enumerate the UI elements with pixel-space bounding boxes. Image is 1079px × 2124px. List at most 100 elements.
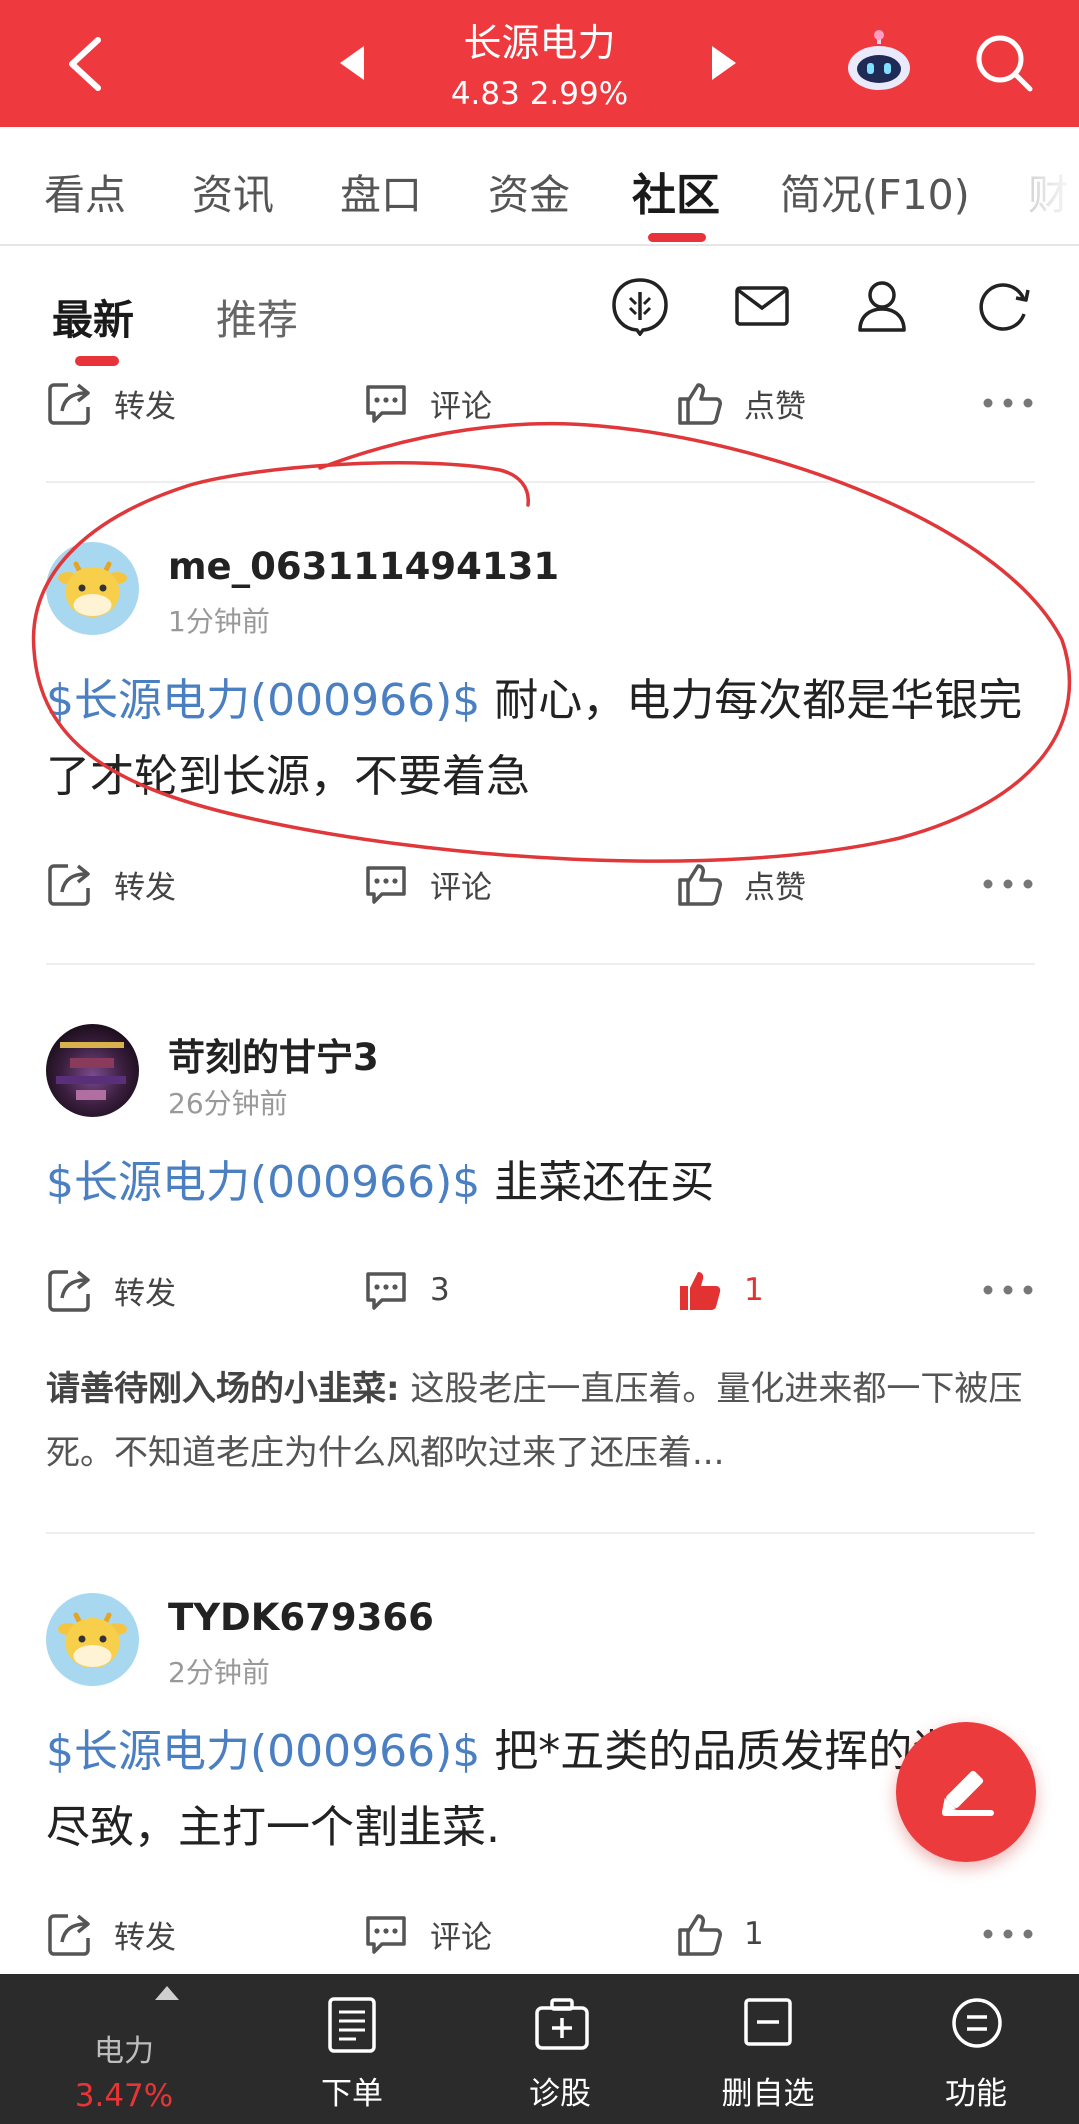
- repost-icon: [48, 1270, 90, 1312]
- comment-count: 3: [430, 1272, 450, 1308]
- thumbs-up-filled-icon: [680, 1272, 721, 1310]
- repost-icon: [48, 864, 90, 906]
- robot-assistant-icon[interactable]: [846, 30, 912, 92]
- like-count: 1: [744, 1916, 764, 1952]
- like-button[interactable]: 点赞: [676, 854, 806, 914]
- refresh-icon[interactable]: [974, 276, 1034, 336]
- repost-button[interactable]: 转发: [46, 1904, 176, 1964]
- remove-watchlist-label: 删自选: [721, 2076, 815, 2112]
- thumbs-up-icon: [678, 383, 722, 425]
- subtab-latest[interactable]: 最新: [52, 286, 134, 346]
- repost-button[interactable]: 转发: [46, 854, 176, 914]
- avatar[interactable]: [46, 542, 139, 635]
- more-options-icon[interactable]: [982, 1928, 1034, 1940]
- photo-avatar-icon: [46, 1024, 139, 1117]
- like-button[interactable]: 点赞: [676, 373, 806, 433]
- more-options-icon[interactable]: [982, 1284, 1034, 1296]
- next-stock-icon[interactable]: [712, 46, 736, 80]
- divider: [46, 481, 1035, 483]
- more-options-icon[interactable]: [982, 397, 1034, 409]
- hot-comment-preview[interactable]: 请善待刚入场的小韭菜: 这股老庄一直压着。量化进来都一下被压死。不知道老庄为什么…: [46, 1357, 1036, 1485]
- post-content[interactable]: $长源电力(000966)$ 耐心，电力每次都是华银完了才轮到长源，不要着急: [46, 663, 1036, 815]
- post-action-row: 转发 评论 点赞: [0, 373, 1079, 433]
- tab-profile-f10[interactable]: 简况(F10): [780, 161, 970, 221]
- top-bar: 长源电力 4.83 2.99%: [0, 0, 1079, 127]
- like-count: 1: [744, 1272, 764, 1308]
- post-content[interactable]: $长源电力(000966)$ 韭菜还在买: [46, 1145, 1036, 1221]
- menu-circle-icon: [952, 1998, 1002, 2048]
- thumbs-up-icon: [678, 1914, 722, 1956]
- tab-funds[interactable]: 资金: [488, 161, 570, 221]
- thumbs-up-icon: [678, 864, 722, 906]
- repost-icon: [48, 1914, 90, 1956]
- comment-label: 评论: [430, 388, 492, 425]
- diagnose-stock-label: 诊股: [529, 2076, 591, 2112]
- stock-tag-link[interactable]: $长源电力(000966)$: [46, 675, 480, 726]
- user-icon[interactable]: [852, 276, 912, 336]
- sector-indicator[interactable]: 电力 3.47%: [44, 1974, 204, 2124]
- write-post-button[interactable]: [896, 1722, 1036, 1862]
- stock-tag-link[interactable]: $长源电力(000966)$: [46, 1157, 480, 1208]
- divider: [46, 1532, 1035, 1534]
- tab-fade: [999, 127, 1079, 244]
- comment-icon: [366, 866, 406, 904]
- tab-news[interactable]: 资讯: [192, 161, 274, 221]
- minus-square-icon: [744, 1998, 792, 2046]
- active-subtab-indicator: [75, 356, 119, 366]
- repost-label: 转发: [114, 869, 176, 906]
- more-options-icon[interactable]: [982, 878, 1034, 890]
- like-label: 点赞: [744, 869, 806, 906]
- stock-quote: 4.83 2.99%: [450, 76, 629, 112]
- post-time: 2分钟前: [168, 1656, 270, 1689]
- tab-kandian[interactable]: 看点: [44, 161, 126, 221]
- stock-tag-link[interactable]: $长源电力(000966)$: [46, 1726, 480, 1777]
- functions-button[interactable]: 功能: [896, 1974, 1056, 2124]
- divider: [46, 963, 1035, 965]
- comment-button[interactable]: 3: [362, 1260, 450, 1320]
- mail-icon[interactable]: [732, 276, 792, 336]
- cow-avatar-icon: [46, 542, 139, 635]
- subtab-recommended[interactable]: 推荐: [216, 286, 298, 346]
- like-button[interactable]: 1: [676, 1904, 764, 1964]
- active-tab-indicator: [648, 233, 706, 242]
- remove-watchlist-button[interactable]: 删自选: [688, 1974, 848, 2124]
- sector-name: 电力: [94, 2034, 154, 2069]
- post-time: 26分钟前: [168, 1087, 288, 1120]
- comment-author: 请善待刚入场的小韭菜:: [46, 1369, 400, 1409]
- comment-button[interactable]: 评论: [362, 373, 492, 433]
- main-tab-bar: 看点 资讯 盘口 资金 社区 简况(F10) 财: [0, 127, 1079, 246]
- tab-orderbook[interactable]: 盘口: [340, 161, 422, 221]
- username[interactable]: 苛刻的甘宁3: [168, 1027, 379, 1081]
- username[interactable]: TYDK679366: [168, 1596, 434, 1639]
- repost-label: 转发: [114, 1919, 176, 1956]
- comment-icon: [366, 1272, 406, 1310]
- topic-icon[interactable]: [610, 276, 670, 336]
- post-action-row: 转发 3 1: [0, 1260, 1079, 1320]
- repost-button[interactable]: 转发: [46, 1260, 176, 1320]
- comment-label: 评论: [430, 1919, 492, 1956]
- username[interactable]: me_063111494131: [168, 545, 559, 588]
- like-button[interactable]: 1: [676, 1260, 764, 1320]
- comment-icon: [366, 1916, 406, 1954]
- avatar[interactable]: [46, 1024, 139, 1117]
- post-content[interactable]: $长源电力(000966)$ 把*五类的品质发挥的淋漓尽致，主打一个割韭菜.: [46, 1714, 1036, 1866]
- bottom-toolbar: 电力 3.47% 下单 诊股 删自选 功能: [0, 1974, 1079, 2124]
- community-subtab-bar: 最新 推荐: [0, 246, 1079, 366]
- comment-button[interactable]: 评论: [362, 854, 492, 914]
- place-order-button[interactable]: 下单: [272, 1974, 432, 2124]
- functions-label: 功能: [945, 2076, 1007, 2112]
- stock-name: 长源电力: [463, 21, 616, 65]
- repost-button[interactable]: 转发: [46, 373, 176, 433]
- comment-button[interactable]: 评论: [362, 1904, 492, 1964]
- sector-change: 3.47%: [74, 2078, 174, 2114]
- search-icon[interactable]: [974, 33, 1034, 93]
- diagnose-stock-button[interactable]: 诊股: [480, 1974, 640, 2124]
- expand-up-icon: [155, 1986, 179, 2000]
- avatar[interactable]: [46, 1593, 139, 1686]
- post-action-row: 转发 评论 1: [0, 1904, 1079, 1964]
- tab-community[interactable]: 社区: [632, 159, 720, 223]
- place-order-label: 下单: [321, 2076, 383, 2112]
- comment-label: 评论: [430, 869, 492, 906]
- post-time: 1分钟前: [168, 605, 270, 638]
- repost-label: 转发: [114, 388, 176, 425]
